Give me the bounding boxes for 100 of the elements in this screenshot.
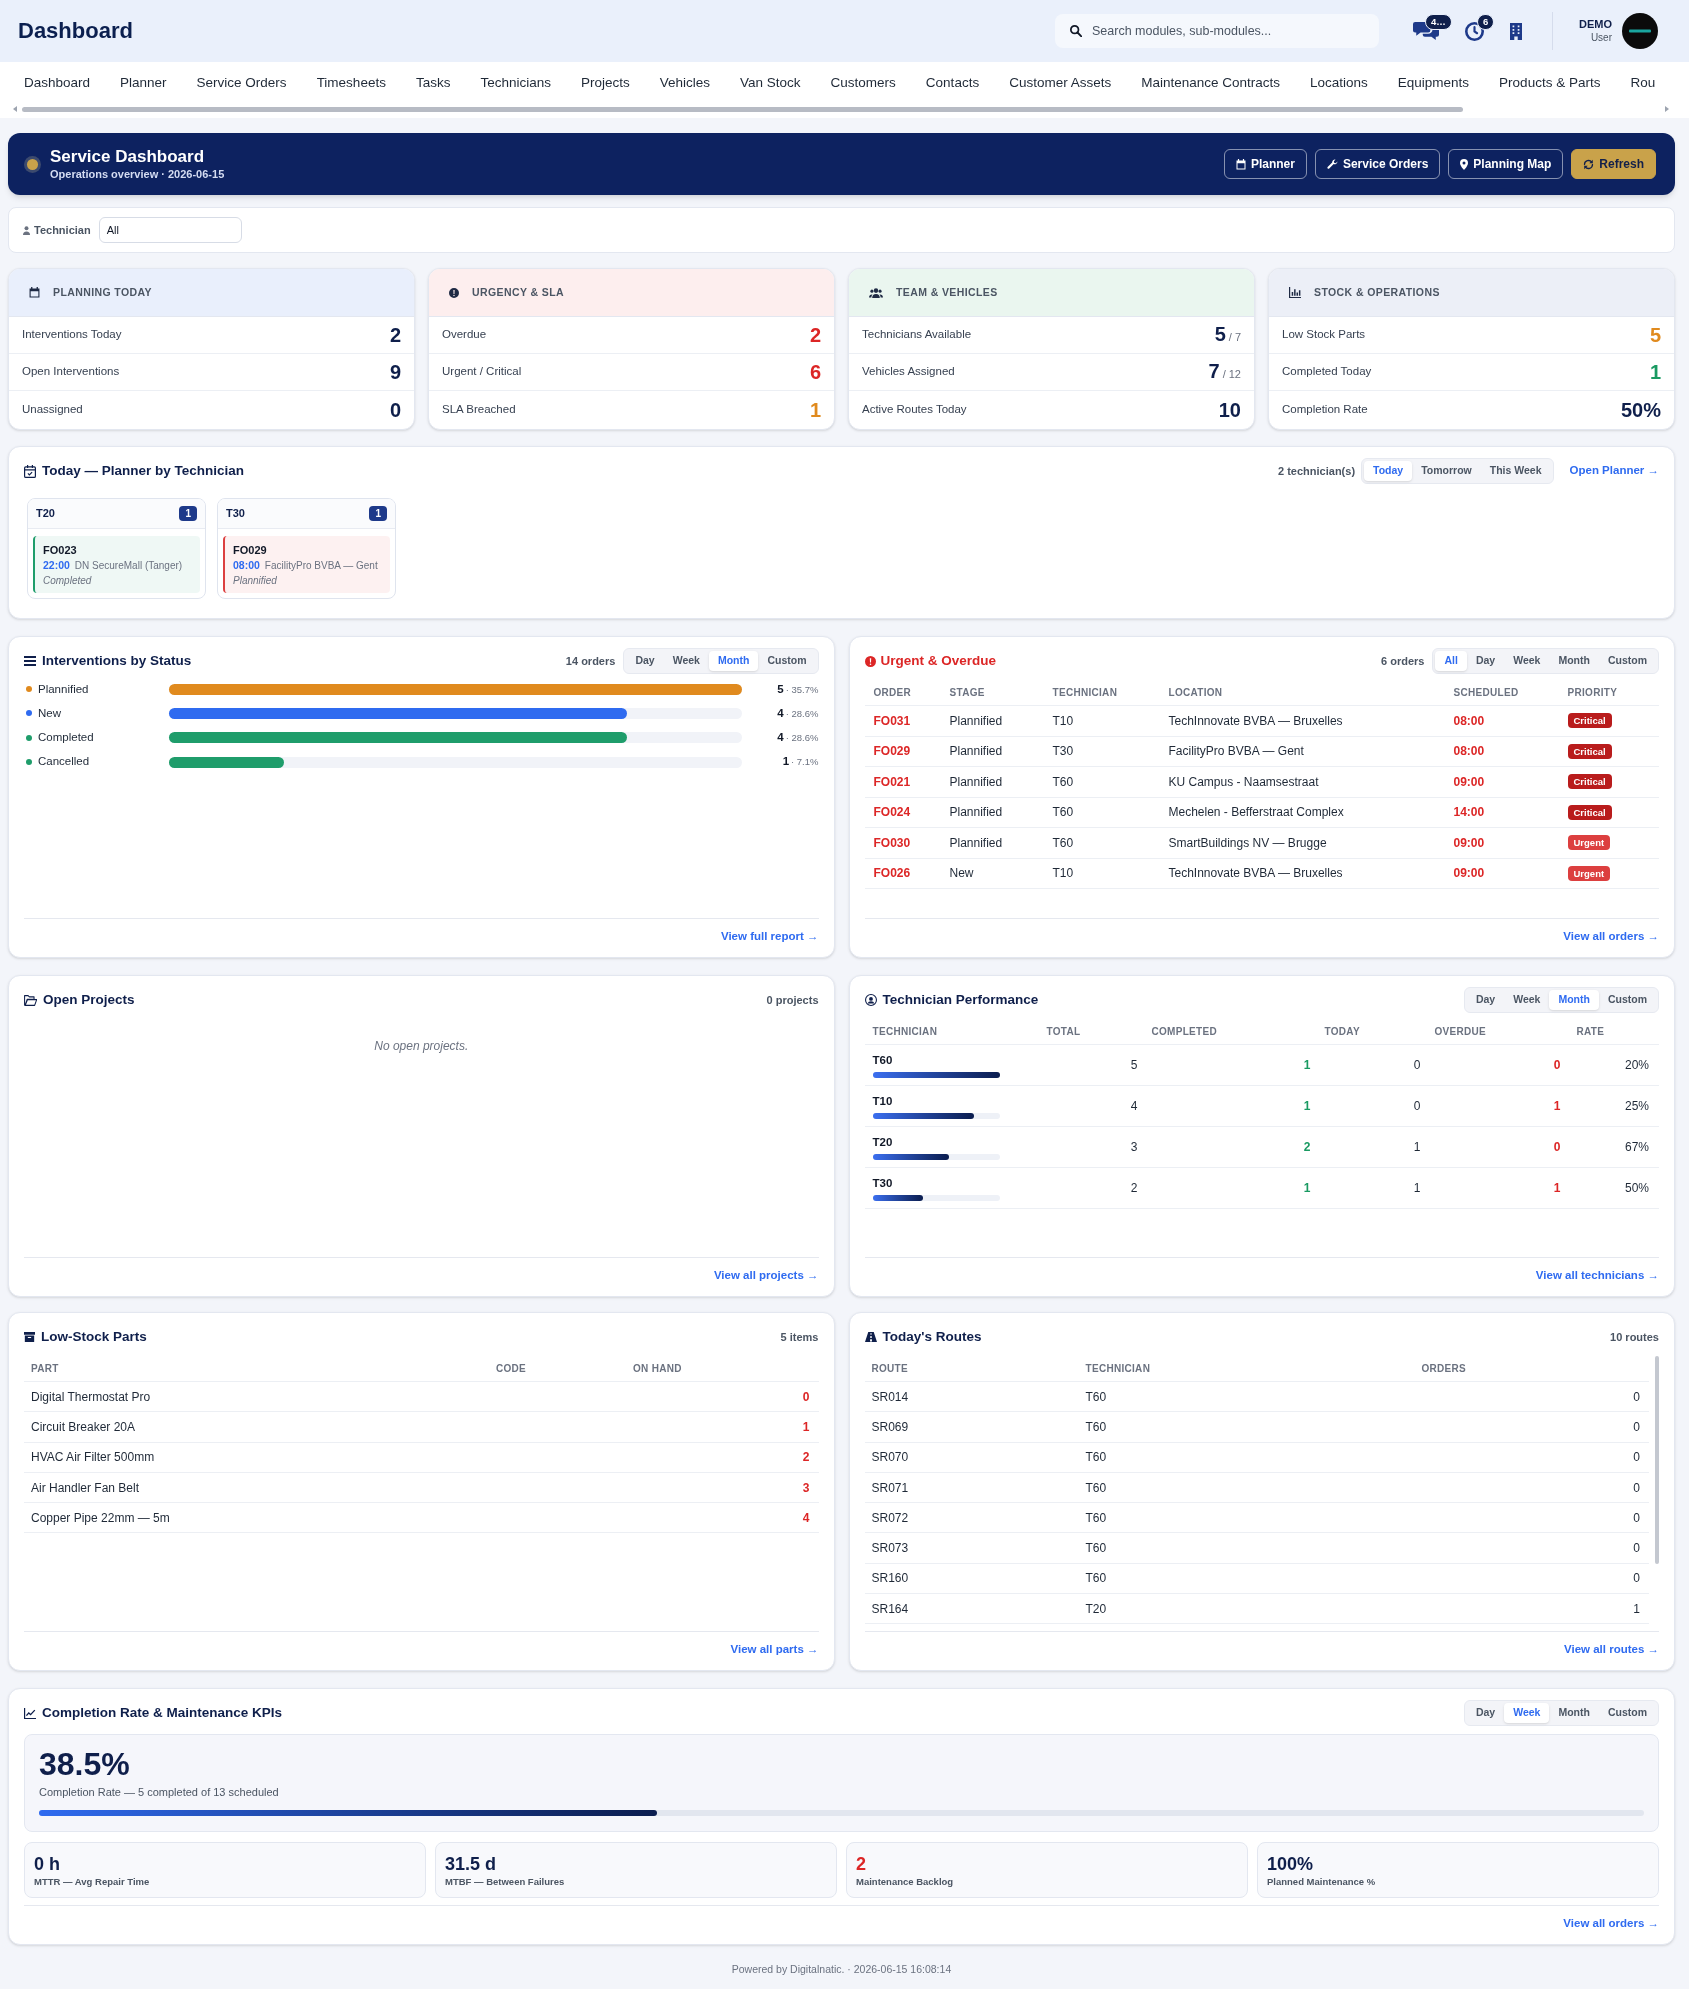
view-technicians-link[interactable]: View all technicians → xyxy=(1535,1267,1659,1283)
nav-link[interactable]: Customers xyxy=(830,72,896,94)
user-circle-icon xyxy=(864,994,877,1006)
table-cell-text: 1 xyxy=(1632,1600,1641,1618)
period-tab[interactable]: Week xyxy=(663,651,709,671)
kpi-label: Planned Maintenance % xyxy=(1267,1874,1377,1888)
period-tab[interactable]: Custom xyxy=(1598,1703,1656,1723)
period-tab[interactable]: Custom xyxy=(758,651,816,671)
table-cell-text: New xyxy=(949,865,975,883)
table-cell-text: 09:00 xyxy=(1453,834,1486,852)
period-tab[interactable]: All xyxy=(1435,651,1467,671)
nav-link[interactable]: Van Stock xyxy=(740,72,801,94)
period-tab[interactable]: This Week xyxy=(1480,461,1551,481)
nav-link[interactable]: Contacts xyxy=(925,72,980,94)
order-link[interactable]: FO024 xyxy=(873,803,950,822)
order-entry[interactable]: FO023 22:00 DN SecureMall (Tanger) Completed xyxy=(33,536,200,593)
period-tab[interactable]: Month xyxy=(1549,651,1599,671)
period-tab[interactable]: Month xyxy=(1549,1703,1599,1723)
period-tab[interactable]: Week xyxy=(1504,1703,1550,1723)
banner-button[interactable]: Service Orders xyxy=(1314,149,1441,179)
history-button[interactable] xyxy=(1465,21,1484,41)
order-link[interactable]: FO030 xyxy=(873,833,950,852)
alert-icon xyxy=(864,655,876,667)
kpi-value: 31.5 d xyxy=(445,1852,498,1875)
table-cell-text: T10 xyxy=(1052,712,1075,730)
period-tab[interactable]: Month xyxy=(1549,990,1599,1010)
archive-box-icon xyxy=(24,1332,35,1342)
view-report-link[interactable]: View full report → xyxy=(720,928,819,944)
column-header: CODE xyxy=(496,1362,528,1376)
column-header: SCHEDULED xyxy=(1453,686,1520,700)
nav-link[interactable]: Technicians xyxy=(480,72,551,94)
period-tab[interactable]: Day xyxy=(1466,651,1505,671)
status-dot-icon xyxy=(24,155,41,173)
company-button[interactable] xyxy=(1510,22,1522,40)
users-icon xyxy=(869,287,883,298)
order-link[interactable]: FO021 xyxy=(873,772,950,791)
view-parts-link[interactable]: View all parts → xyxy=(730,1641,819,1657)
nav-link[interactable]: Rou xyxy=(1630,72,1656,94)
table-cell-text: SmartBuildings NV — Brugge xyxy=(1168,834,1328,852)
priority-badge: Critical xyxy=(1567,713,1612,729)
nav-link[interactable]: Dashboard xyxy=(24,72,91,94)
nav-link[interactable]: Equipments xyxy=(1397,72,1470,94)
period-tab[interactable]: Tomorrow xyxy=(1412,461,1481,481)
period-tab[interactable]: Week xyxy=(1504,651,1550,671)
column-header: TECHNICIAN xyxy=(1052,686,1119,700)
metric-value: 2 xyxy=(809,325,821,345)
order-link[interactable]: FO031 xyxy=(873,711,950,730)
column-header: PRIORITY xyxy=(1567,686,1619,700)
search-field[interactable]: Search modules, sub-modules... xyxy=(1055,14,1379,48)
nav-link[interactable]: Maintenance Contracts xyxy=(1141,72,1280,94)
banner-button[interactable]: Planner xyxy=(1223,149,1307,179)
table-cell-text: 1 xyxy=(1302,1057,1312,1074)
nav-link[interactable]: Tasks xyxy=(415,72,451,94)
status-count: 4 xyxy=(777,705,784,721)
order-count-badge: 1 xyxy=(369,506,387,521)
priority-badge: Critical xyxy=(1567,804,1612,820)
order-link[interactable]: FO029 xyxy=(873,742,950,761)
technician-select[interactable]: All xyxy=(98,217,242,243)
period-tab[interactable]: Day xyxy=(1466,990,1505,1010)
view-orders-link[interactable]: View all orders → xyxy=(1563,1915,1659,1931)
table-cell-text: 0 xyxy=(1632,1509,1641,1527)
table-cell-text: 09:00 xyxy=(1453,773,1486,791)
order-entry[interactable]: FO029 08:00 FacilityPro BVBA — Gent Plannified xyxy=(223,536,390,593)
view-projects-link[interactable]: View all projects → xyxy=(713,1267,819,1283)
metric-label: Technicians Available xyxy=(862,327,972,343)
open-planner-link[interactable]: Open Planner → xyxy=(1569,462,1659,480)
nav-link[interactable]: Timesheets xyxy=(316,72,386,94)
horizontal-scrollbar[interactable] xyxy=(22,106,1464,112)
period-tab[interactable]: Week xyxy=(1504,990,1550,1010)
banner-button[interactable]: Planning Map xyxy=(1448,149,1564,179)
view-routes-link[interactable]: View all routes → xyxy=(1564,1641,1659,1657)
nav-link[interactable]: Locations xyxy=(1310,72,1368,94)
status-label: Completed xyxy=(38,730,94,746)
period-tab[interactable]: Month xyxy=(708,651,759,671)
nav-link[interactable]: Projects xyxy=(580,72,630,94)
vertical-scrollbar[interactable] xyxy=(1655,1356,1659,1564)
nav-link[interactable]: Vehicles xyxy=(659,72,711,94)
nav-link[interactable]: Planner xyxy=(120,72,167,94)
table-cell-text: 67% xyxy=(1623,1139,1650,1156)
section-title: Today's Routes xyxy=(882,1327,982,1346)
road-icon xyxy=(864,1332,877,1342)
page-title: Dashboard xyxy=(18,20,133,42)
banner-button[interactable]: Refresh xyxy=(1571,149,1656,179)
nav-link[interactable]: Customer Assets xyxy=(1009,72,1112,94)
map-pin-icon xyxy=(1460,158,1469,170)
metric-label: Urgent / Critical xyxy=(442,364,522,380)
line-chart-icon xyxy=(24,1707,36,1719)
metric-label: Overdue xyxy=(442,327,487,343)
nav-link[interactable]: Service Orders xyxy=(196,72,287,94)
view-orders-link[interactable]: View all orders → xyxy=(1563,928,1659,944)
period-tab[interactable]: Day xyxy=(626,651,664,671)
period-tab[interactable]: Today xyxy=(1364,461,1413,481)
table-cell-text: 0 xyxy=(1632,1479,1641,1497)
nav-link[interactable]: Products & Parts xyxy=(1499,72,1601,94)
period-tab[interactable]: Custom xyxy=(1598,651,1656,671)
order-link[interactable]: FO026 xyxy=(873,864,950,883)
period-tab[interactable]: Day xyxy=(1466,1703,1505,1723)
status-share: · 7.1% xyxy=(791,755,819,770)
period-tab[interactable]: Custom xyxy=(1598,990,1656,1010)
column-header: OVERDUE xyxy=(1434,1025,1488,1039)
